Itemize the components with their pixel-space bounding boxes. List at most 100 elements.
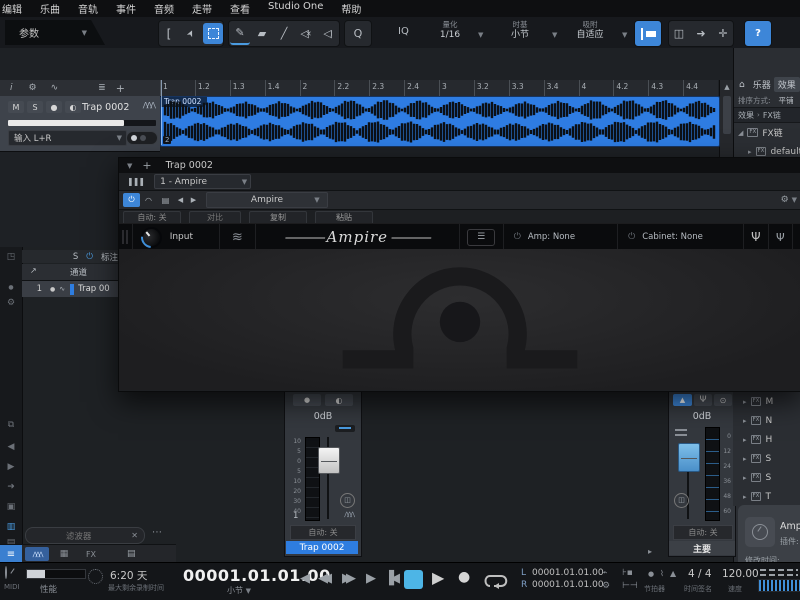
listen-tool-icon[interactable]: ◁): [318, 23, 338, 44]
mute-button[interactable]: M: [8, 101, 24, 113]
rack-icon[interactable]: ❚❚❚: [127, 177, 144, 186]
audio-clip[interactable]: Trap 0002 2: [160, 96, 720, 147]
chevron-down-icon[interactable]: ▼: [478, 31, 483, 39]
input-select[interactable]: 输入 L+R ▼: [8, 130, 127, 146]
monitor-toggle[interactable]: [126, 131, 158, 145]
cabinet-section[interactable]: ⏻ Cabinet: None: [617, 224, 743, 250]
autoscroll-icon[interactable]: ➜: [691, 23, 711, 44]
instrument-tab-icon[interactable]: ▦: [52, 547, 76, 561]
knob-mode-icon[interactable]: ◠: [140, 193, 157, 207]
compact-view-icon[interactable]: ⧉: [0, 420, 22, 430]
performance-label[interactable]: 性能: [40, 583, 57, 595]
power-icon[interactable]: ⏻: [514, 232, 521, 242]
track-scroll-icon[interactable]: ◫: [669, 23, 689, 44]
power-icon[interactable]: ⏻: [628, 232, 635, 242]
tuning-fork-icon[interactable]: Ψ: [768, 224, 792, 250]
collapse-icon[interactable]: ▸: [743, 493, 747, 501]
fx-chain-item[interactable]: ▸ FX N: [733, 411, 800, 430]
collapse-icon[interactable]: ▸: [743, 417, 747, 425]
info-icon[interactable]: i: [10, 83, 13, 93]
arrange-vscrollbar[interactable]: ▲: [719, 80, 734, 157]
chevron-down-icon[interactable]: ▼: [127, 162, 132, 170]
external-devices-icon[interactable]: ➜: [0, 482, 22, 492]
menu-item[interactable]: 事件: [107, 1, 145, 16]
fast-forward-icon[interactable]: ▶▶: [342, 571, 350, 586]
gear-icon[interactable]: ⚙: [602, 581, 610, 591]
prev-preset-icon[interactable]: ◀: [174, 193, 187, 207]
rewind-icon[interactable]: ◀◀: [318, 571, 326, 586]
tuner-fork-icon[interactable]: Ψ: [743, 224, 767, 250]
prev-channel-icon[interactable]: ◀: [0, 442, 22, 452]
drag-grip[interactable]: [119, 224, 132, 250]
chevron-down-icon[interactable]: ▼: [552, 31, 557, 39]
time-display[interactable]: 00001.01.01.00: [183, 566, 295, 585]
solo-clear-button[interactable]: S: [73, 252, 78, 262]
dot-icon[interactable]: ●: [0, 284, 22, 291]
plugin-titlebar[interactable]: ▼ + Trap 0002: [119, 158, 800, 173]
menu-item[interactable]: 乐曲: [31, 1, 69, 16]
bypass-power-icon[interactable]: ⏻: [123, 193, 140, 207]
gear-icon[interactable]: ⚙ ▼: [781, 195, 797, 205]
bracket-tool-icon[interactable]: [: [159, 23, 179, 44]
close-icon[interactable]: ✕: [131, 531, 144, 540]
monitor-icon[interactable]: ◐: [65, 101, 81, 113]
channel-list-toggle-icon[interactable]: ▤: [127, 549, 136, 559]
tab-instruments[interactable]: 乐器: [750, 78, 774, 91]
power-icon[interactable]: ⏻: [86, 252, 93, 262]
automation-mode[interactable]: 自动: 关: [673, 525, 733, 540]
arrow-tool-icon[interactable]: ➤: [177, 20, 204, 47]
next-preset-icon[interactable]: ▶: [187, 193, 200, 207]
tuner-icon[interactable]: Ψ: [694, 394, 712, 406]
range-tool-icon[interactable]: [203, 23, 223, 44]
track-list-icon[interactable]: ≣: [98, 83, 106, 93]
solo-button[interactable]: S: [27, 101, 43, 113]
metronome-icon[interactable]: ▲: [670, 569, 676, 578]
collapse-icon[interactable]: ▸: [743, 398, 747, 406]
play-button[interactable]: ▶: [432, 568, 444, 587]
amp-section[interactable]: ⏻ Amp: None: [503, 224, 617, 250]
loop-end-value[interactable]: 00001.01.01.00: [532, 580, 604, 590]
scroll-right-icon[interactable]: ▸: [648, 547, 652, 556]
fx-chain-item[interactable]: ▸ FX T: [733, 487, 800, 506]
loop-icon[interactable]: [482, 573, 510, 589]
next-channel-icon[interactable]: ▶: [0, 462, 22, 472]
home-icon[interactable]: ⌂: [734, 80, 750, 90]
fx-chain-item[interactable]: ▸ FX H: [733, 430, 800, 449]
automation-mode[interactable]: 自动: 关: [290, 525, 356, 540]
eraser-tool-icon[interactable]: ▰: [252, 23, 272, 44]
mute-tool-icon[interactable]: ◁✕: [296, 23, 316, 44]
fx-chain-item[interactable]: ▸ FX S: [733, 449, 800, 468]
collapse-icon[interactable]: ▸: [743, 436, 747, 444]
split-view-icon[interactable]: ✛: [713, 23, 733, 44]
slot-select[interactable]: 1 - Ampire ▼: [154, 174, 251, 189]
return-to-start-icon[interactable]: ▐◀: [384, 571, 396, 586]
monitor-button[interactable]: ◐: [325, 394, 353, 406]
expand-icon[interactable]: ◢: [738, 129, 743, 137]
expand-arrow-icon[interactable]: ↗: [30, 266, 37, 275]
marker-icon[interactable]: ⊦▪: [622, 568, 633, 578]
stop-button[interactable]: [404, 570, 423, 589]
channel-filter-input[interactable]: 滤波器 ✕: [25, 527, 145, 544]
fx-chain-item[interactable]: ▸ FX S: [733, 468, 800, 487]
quantize-dropdown[interactable]: 量化 1/16: [424, 21, 476, 40]
record-button[interactable]: ●: [458, 569, 470, 585]
zoom-tool-button[interactable]: Q: [344, 20, 372, 47]
help-button[interactable]: ?: [744, 20, 772, 47]
pan-control[interactable]: [335, 425, 355, 432]
collapse-icon[interactable]: ▸: [743, 455, 747, 463]
time-unit-select[interactable]: 小节 ▼: [183, 585, 295, 596]
monitor-wave-icon[interactable]: ∿: [59, 285, 65, 293]
loop-start-value[interactable]: 00001.01.01.00: [532, 568, 604, 578]
mono-icon[interactable]: ◫: [674, 493, 689, 508]
add-track-icon[interactable]: +: [116, 82, 125, 95]
timeline-ruler[interactable]: 11.21.31.422.22.32.433.23.33.444.24.34.4: [160, 80, 718, 97]
record-dot-icon[interactable]: ●: [50, 286, 55, 293]
snap-dropdown[interactable]: 吸附 自适应: [560, 21, 620, 40]
record-arm-button[interactable]: ●: [293, 394, 321, 406]
params-dropdown[interactable]: 参数 ▼: [5, 20, 105, 45]
timebase-dropdown[interactable]: 时基 小节: [492, 21, 548, 40]
trash-icon[interactable]: ▣: [0, 502, 22, 512]
mixer-icon[interactable]: ▥: [0, 522, 22, 532]
fx-tab[interactable]: FX: [79, 547, 103, 561]
add-tab-icon[interactable]: +: [142, 159, 151, 172]
